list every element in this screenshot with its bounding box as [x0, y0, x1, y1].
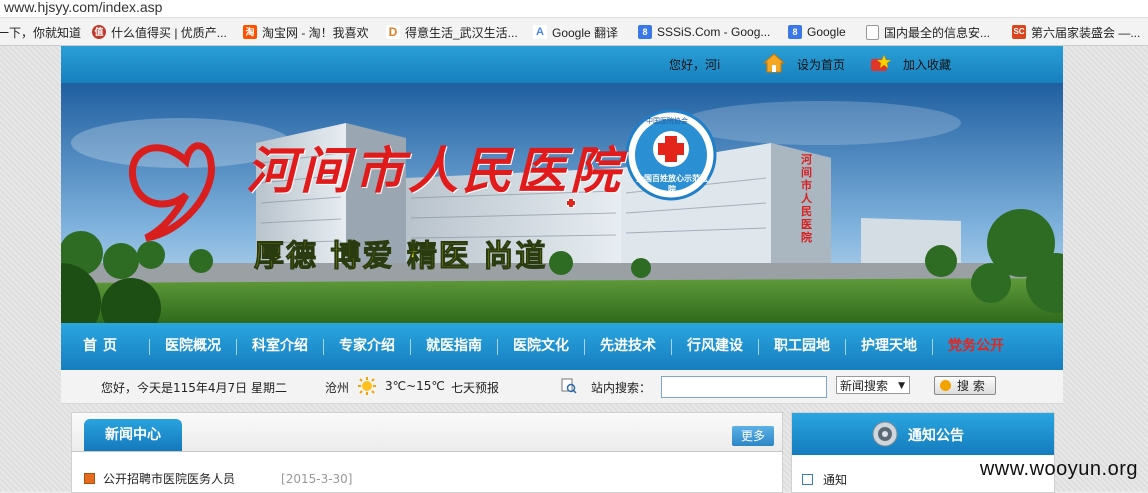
nav-item[interactable]: 医院概况: [150, 323, 236, 370]
date-text: 您好，今天是115年4月7日 星期二: [101, 381, 287, 395]
search-button-label: 搜 索: [957, 379, 985, 393]
nav-item[interactable]: 科室介绍: [237, 323, 323, 370]
watermark: www.wooyun.org: [979, 458, 1138, 480]
taobao-icon: 淘: [243, 25, 257, 39]
bullet-icon: [84, 473, 95, 484]
search-type-select[interactable]: 新闻搜索 ▼: [836, 376, 910, 394]
sun-icon: [358, 377, 376, 395]
bookmark-item[interactable]: 淘 淘宝网 - 淘！我喜欢: [243, 24, 369, 40]
hospital-name: 河间市人民医院: [246, 141, 624, 200]
bookmark-item[interactable]: 国内最全的信息安...: [866, 24, 990, 40]
bookmark-label: Google: [807, 25, 846, 39]
vertical-sign: 河间市人民医院: [801, 153, 812, 244]
bookmark-label: SSSiS.Com - Goog...: [657, 25, 771, 39]
notice-header: 通知公告: [792, 413, 1054, 455]
bookmark-item[interactable]: 8 Google: [788, 24, 846, 40]
bookmark-label: 什么值得买 | 优质产...: [111, 25, 227, 40]
banner-image: [61, 83, 1063, 323]
arrow-icon: [802, 474, 813, 485]
bookmark-label: Google 翻译: [552, 25, 619, 40]
forecast-link[interactable]: 七天预报: [451, 379, 499, 396]
emblem-top-text: 中国医院协会: [646, 117, 688, 125]
main-nav: 首页 医院概况 科室介绍 专家介绍 就医指南 医院文化 先进技术 行风建设 职工园地 护理天地 党务…: [61, 323, 1063, 370]
list-item[interactable]: 通知: [802, 471, 847, 488]
news-panel: 新闻中心 更多 公开招聘市医院医务人员 [2015-3-30]: [71, 412, 783, 493]
nav-item[interactable]: 就医指南: [411, 323, 497, 370]
bookmark-item[interactable]: 值 什么值得买 | 优质产...: [92, 24, 227, 40]
bookmark-label: 国内最全的信息安...: [884, 25, 991, 40]
nav-item[interactable]: 党务公开: [933, 323, 1019, 370]
google-icon: 8: [638, 25, 652, 39]
bookmark-item[interactable]: D 得意生活_武汉生活...: [386, 24, 518, 40]
nav-item[interactable]: 职工园地: [759, 323, 845, 370]
news-header: 新闻中心 更多: [72, 413, 782, 452]
speaker-icon: [872, 421, 898, 447]
bookmark-label: 得意生活_武汉生活...: [405, 25, 518, 40]
bookmark-label: 一下，你就知道: [0, 25, 82, 40]
news-date: [2015-3-30]: [281, 471, 353, 486]
list-item[interactable]: 公开招聘市医院医务人员 [2015-3-30]: [84, 470, 352, 487]
hospital-motto: 厚德 博爱 精医 尚道: [253, 239, 548, 275]
favorite-icon[interactable]: [869, 54, 891, 72]
site-search-input[interactable]: [661, 376, 827, 398]
nav-item[interactable]: 首页: [61, 323, 149, 370]
top-bar: 您好，河i 设为首页 加入收藏: [61, 46, 1063, 83]
user-greeting: 您好，河i: [669, 58, 721, 72]
page-icon: [866, 24, 879, 40]
home-icon[interactable]: [763, 53, 785, 73]
info-bar: 您好，今天是115年4月7日 星期二 沧州 3℃~15℃ 七天预报 站内搜索： …: [61, 370, 1063, 404]
chevron-down-icon: ▼: [898, 381, 905, 391]
google-icon: 8: [788, 25, 802, 39]
nav-item[interactable]: 护理天地: [846, 323, 932, 370]
search-icon: [940, 380, 951, 391]
sc-icon: SC: [1012, 25, 1026, 39]
address-bar[interactable]: www.hjsyy.com/index.asp: [0, 0, 1148, 18]
news-tab[interactable]: 新闻中心: [84, 419, 182, 451]
search-type-value: 新闻搜索: [840, 379, 889, 393]
search-label: 站内搜索：: [591, 381, 652, 395]
hospital-banner: 河间市人民医院 中国医院协会 全国百姓放心示范医院 河间市人民医院 厚德 博爱 …: [61, 83, 1063, 323]
google-translate-icon: A: [533, 25, 547, 39]
smzdm-icon: 值: [92, 25, 106, 39]
more-button[interactable]: 更多: [732, 426, 774, 446]
nav-item[interactable]: 医院文化: [498, 323, 584, 370]
bookmark-item[interactable]: 8 SSSiS.Com - Goog...: [638, 24, 770, 40]
temperature: 3℃~15℃: [385, 379, 445, 393]
set-home-link[interactable]: 设为首页: [797, 56, 845, 73]
bookmark-item[interactable]: SC 第六届家装盛会 —...: [1012, 24, 1140, 40]
bookmark-label: 第六届家装盛会 —...: [1031, 25, 1141, 40]
emblem-caption: 全国百姓放心示范医院: [636, 174, 708, 194]
bookmark-label: 淘宝网 - 淘！我喜欢: [262, 25, 369, 40]
url-text: www.hjsyy.com/index.asp: [4, 0, 163, 15]
notice-title: 通知公告: [908, 428, 964, 444]
weather-city: 沧州: [325, 381, 350, 395]
nav-item[interactable]: 专家介绍: [324, 323, 410, 370]
add-favorite-link[interactable]: 加入收藏: [903, 56, 951, 73]
search-page-icon: [561, 378, 577, 394]
bookmark-item[interactable]: 一下，你就知道: [0, 24, 81, 40]
nav-item[interactable]: 行风建设: [672, 323, 758, 370]
deyi-icon: D: [386, 25, 400, 39]
notice-item-title[interactable]: 通知: [823, 471, 847, 488]
bookmarks-bar: 一下，你就知道 值 什么值得买 | 优质产... 淘 淘宝网 - 淘！我喜欢 D…: [0, 18, 1148, 46]
search-button[interactable]: 搜 索: [934, 376, 996, 395]
news-title[interactable]: 公开招聘市医院医务人员: [103, 470, 235, 487]
nav-item[interactable]: 先进技术: [585, 323, 671, 370]
bookmark-item[interactable]: A Google 翻译: [533, 24, 618, 40]
